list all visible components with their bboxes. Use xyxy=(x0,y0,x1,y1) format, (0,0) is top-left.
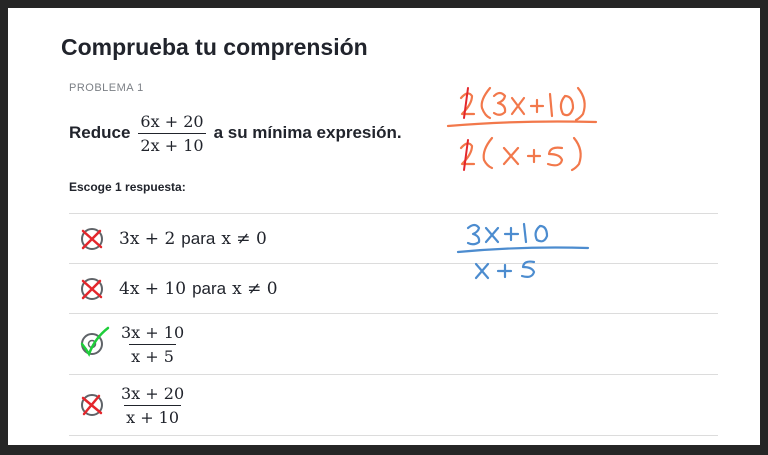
exercise-panel: Comprueba tu comprensión PROBLEMA 1 Redu… xyxy=(8,8,760,445)
choice-3-numerator: 3x + 10 xyxy=(121,322,185,342)
choice-3[interactable]: 3x + 10 x + 5 xyxy=(69,314,718,375)
page-title: Comprueba tu comprensión xyxy=(61,34,368,60)
choice-1-expression: 3x + 2 xyxy=(119,228,176,249)
choice-3-fraction: 3x + 10 x + 5 xyxy=(119,323,186,366)
question-prefix: Reduce xyxy=(69,123,131,142)
question-fraction: 6x + 20 2x + 10 xyxy=(138,111,206,155)
choice-1-word: para xyxy=(181,228,216,248)
circle-x-icon[interactable] xyxy=(78,391,106,419)
problem-label: PROBLEMA 1 xyxy=(69,82,144,94)
answer-prompt: Escoge 1 respuesta: xyxy=(69,180,186,194)
choice-1[interactable]: 3x + 2 para x ≠ 0 xyxy=(69,214,718,264)
circle-check-icon[interactable] xyxy=(78,326,110,358)
choice-2-condition: x ≠ 0 xyxy=(232,278,278,299)
choice-1-content: 3x + 2 para x ≠ 0 xyxy=(119,229,267,249)
choice-4-denominator: x + 10 xyxy=(124,404,182,427)
choice-list: 3x + 2 para x ≠ 0 4x + 10 para x ≠ 0 3x … xyxy=(69,213,718,436)
circle-x-icon[interactable] xyxy=(78,225,106,253)
choice-2-content: 4x + 10 para x ≠ 0 xyxy=(119,279,278,299)
circle-x-icon[interactable] xyxy=(78,275,106,303)
choice-3-denominator: x + 5 xyxy=(129,343,176,366)
choice-4[interactable]: 3x + 20 x + 10 xyxy=(69,375,718,436)
choice-1-condition: x ≠ 0 xyxy=(221,228,267,249)
question: Reduce 6x + 20 2x + 10 a su mínima expre… xyxy=(69,108,402,158)
handwritten-scratch-work xyxy=(446,86,598,280)
choice-2-expression: 4x + 10 xyxy=(119,278,187,299)
choice-2-word: para xyxy=(192,278,227,298)
choice-2[interactable]: 4x + 10 para x ≠ 0 xyxy=(69,264,718,314)
question-numerator: 6x + 20 xyxy=(140,111,204,131)
choice-4-content: 3x + 20 x + 10 xyxy=(119,384,186,427)
choice-4-fraction: 3x + 20 x + 10 xyxy=(119,384,186,427)
choice-3-content: 3x + 10 x + 5 xyxy=(119,323,186,366)
question-denominator: 2x + 10 xyxy=(138,132,206,155)
question-suffix: a su mínima expresión. xyxy=(213,123,402,142)
choice-4-numerator: 3x + 20 xyxy=(121,383,185,403)
